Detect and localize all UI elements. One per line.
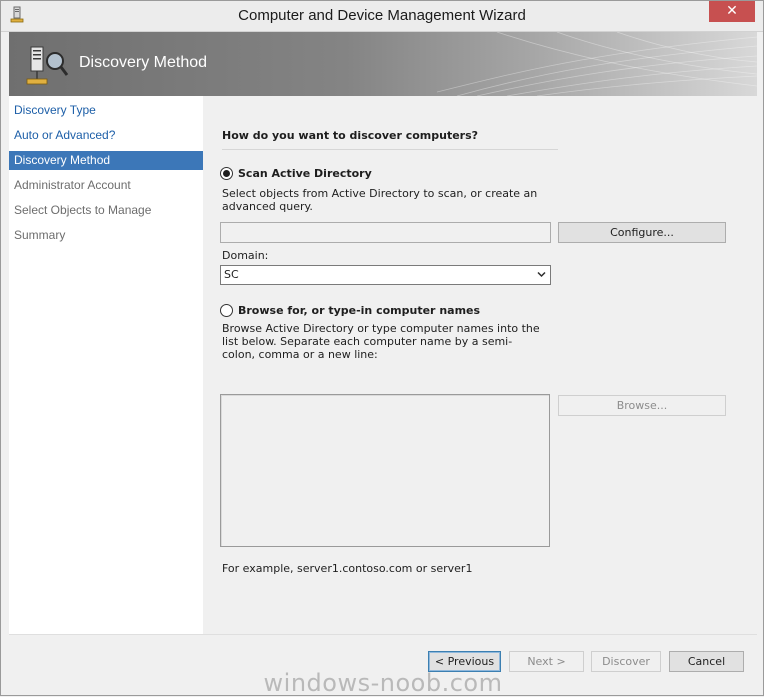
domain-value: SC — [224, 268, 239, 281]
example-text: For example, server1.contoso.com or serv… — [222, 562, 473, 575]
close-button[interactable]: ✕ — [709, 1, 755, 22]
banner-decoration — [437, 32, 757, 96]
wizard-content: How do you want to discover computers? S… — [203, 96, 757, 634]
banner-title: Discovery Method — [79, 54, 208, 71]
ad-query-field[interactable] — [220, 222, 551, 243]
browse-description: Browse Active Directory or type computer… — [222, 322, 540, 361]
browse-radio[interactable] — [220, 303, 233, 317]
scan-ad-radio[interactable] — [220, 166, 233, 180]
wizard-banner: Discovery Method — [9, 32, 757, 96]
nav-step-select-objects: Select Objects to Manage — [14, 203, 152, 217]
nav-step-auto-or-advanced[interactable]: Auto or Advanced? — [9, 126, 203, 145]
domain-select[interactable]: SC — [220, 265, 551, 285]
discovery-magnifier-icon — [26, 46, 69, 85]
scan-ad-description: Select objects from Active Directory to … — [222, 187, 538, 213]
computer-names-list — [220, 394, 550, 547]
nav-step-discovery-method[interactable]: Discovery Method — [9, 151, 203, 170]
question-heading: How do you want to discover computers? — [222, 129, 479, 142]
watermark-text: windows-noob.com — [263, 669, 503, 697]
scan-ad-option[interactable]: Scan Active Directory — [220, 165, 372, 181]
browse-option[interactable]: Browse for, or type-in computer names — [220, 302, 480, 318]
wizard-steps-nav: Discovery Type Auto or Advanced? Discove… — [9, 96, 203, 634]
heading-divider — [222, 149, 558, 150]
window-title: Computer and Device Management Wizard — [238, 7, 526, 24]
footer-divider — [9, 634, 757, 635]
browse-button: Browse... — [558, 395, 726, 416]
scan-ad-label: Scan Active Directory — [238, 166, 372, 180]
domain-label: Domain: — [222, 249, 269, 262]
browse-label: Browse for, or type-in computer names — [238, 303, 481, 317]
nav-step-summary: Summary — [14, 228, 66, 242]
chevron-down-icon — [537, 271, 546, 278]
title-bar[interactable]: Computer and Device Management Wizard ✕ — [1, 1, 763, 32]
close-icon: ✕ — [726, 3, 738, 19]
nav-step-discovery-type[interactable]: Discovery Type — [9, 101, 203, 120]
nav-step-administrator-account: Administrator Account — [14, 178, 131, 192]
wizard-window: Computer and Device Management Wizard ✕ — [0, 0, 764, 697]
configure-button[interactable]: Configure... — [558, 222, 726, 243]
